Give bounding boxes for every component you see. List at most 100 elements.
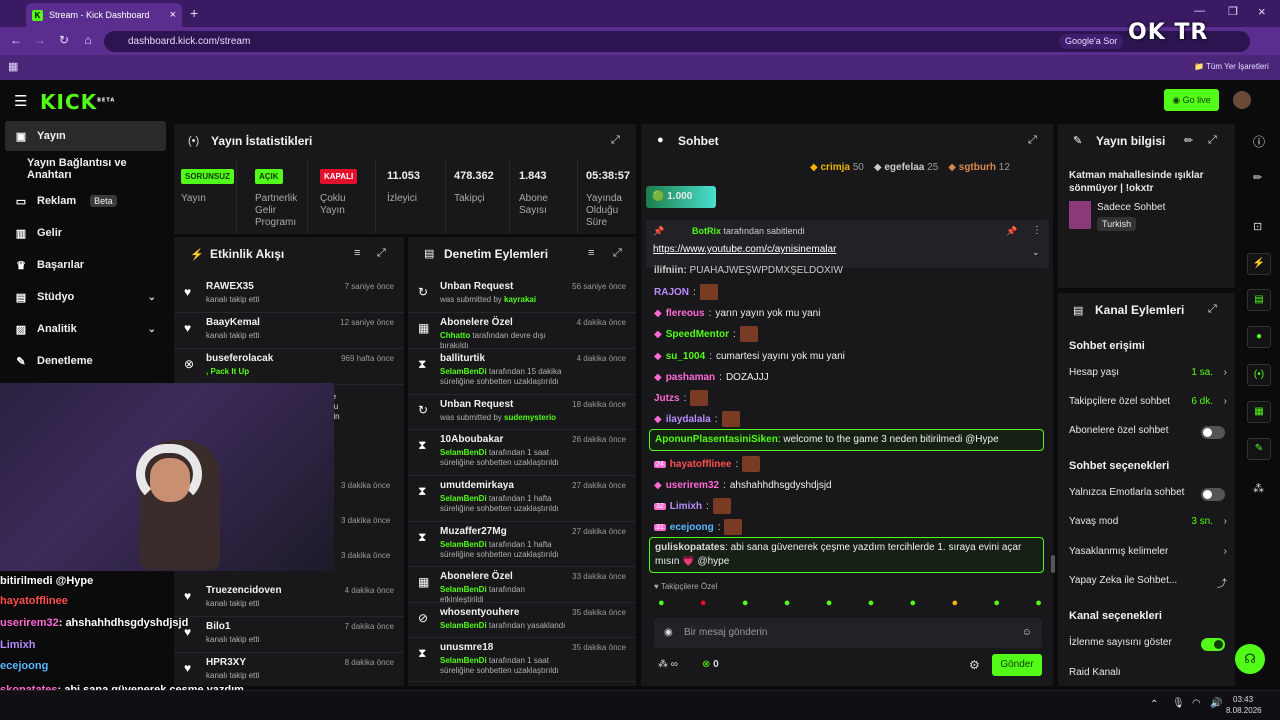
lightning-icon[interactable]: ⚡ bbox=[1247, 253, 1271, 275]
emote-icon[interactable]: ● bbox=[910, 597, 917, 615]
volume-icon[interactable]: 🔊 bbox=[1210, 698, 1222, 709]
chat-message[interactable]: 24 hayatofflinee: bbox=[654, 456, 761, 472]
expand-icon[interactable]: ⤢ bbox=[1208, 134, 1217, 147]
minimize-icon[interactable]: — bbox=[1194, 5, 1205, 17]
emote-icon[interactable]: ● bbox=[784, 597, 791, 615]
all-bookmarks[interactable]: 📁 Tüm Yer İşaretleri bbox=[1194, 62, 1269, 71]
unpin-icon[interactable]: 📌 bbox=[1006, 226, 1017, 237]
send-button[interactable]: Gönder bbox=[992, 654, 1042, 676]
chat-message[interactable]: ◆ SpeedMentor: bbox=[654, 326, 758, 342]
emote-icon[interactable]: ● bbox=[868, 597, 875, 615]
sidebar-item-gelir[interactable]: ▥ Gelir bbox=[5, 218, 166, 248]
emote-icon[interactable]: ● bbox=[742, 597, 749, 615]
expand-icon[interactable]: ⤢ bbox=[377, 247, 386, 260]
menu-icon[interactable]: ☰ bbox=[14, 92, 27, 110]
sidebar-item-stream-key[interactable]: Yayın Bağlantısı ve Anahtarı bbox=[5, 154, 166, 184]
ai-chat-setting[interactable]: Yapay Zeka ile Sohbet... ⤴ bbox=[1069, 575, 1227, 591]
more-icon[interactable]: ⋮ bbox=[1032, 225, 1042, 236]
show-viewcount-setting[interactable]: İzlenme sayısını göster bbox=[1069, 637, 1227, 653]
go-live-button[interactable]: ◉ Go live bbox=[1164, 89, 1219, 111]
close-window-icon[interactable]: × bbox=[1258, 4, 1266, 19]
stack-icon[interactable]: ▦ bbox=[1247, 401, 1271, 423]
share-icon[interactable]: ⁂ bbox=[1253, 482, 1264, 495]
filter-icon[interactable]: ≡ bbox=[588, 247, 594, 259]
chat-message[interactable]: 32 Limixh: bbox=[654, 498, 731, 514]
chat-message[interactable]: Jutzs: bbox=[654, 390, 709, 406]
chat-message[interactable]: ◆ userirem32: ahshahhdhsgdyshdjsjd bbox=[654, 477, 832, 493]
edit-icon[interactable]: ✏ bbox=[1253, 171, 1262, 184]
sidebar-item-studyo[interactable]: ▤ Stüdyo ⌄ bbox=[5, 282, 166, 312]
chat-message[interactable]: ◆ su_1004: cumartesi yayını yok mu yani bbox=[654, 348, 845, 364]
sidebar-item-basarilar[interactable]: ♛ Başarılar bbox=[5, 250, 166, 280]
viewers-indicator[interactable]: ⁂ ∞ bbox=[658, 659, 678, 670]
gifter-item[interactable]: ◆ egefelaa 25 bbox=[874, 162, 938, 173]
slow-mode-setting[interactable]: Yavaş mod 3 sn. › bbox=[1069, 516, 1227, 532]
url-field[interactable]: dashboard.kick.com/stream Google'a Sor bbox=[104, 31, 1250, 52]
emote-icon[interactable]: ● bbox=[993, 597, 1000, 615]
sidebar-item-yayin[interactable]: ▣ Yayın bbox=[5, 121, 166, 151]
emote-icon[interactable]: ● bbox=[700, 597, 707, 615]
google-ask-button[interactable]: Google'a Sor bbox=[1059, 34, 1124, 49]
kick-logo[interactable]: KICKBETA bbox=[40, 90, 115, 114]
expand-icon[interactable]: ⤢ bbox=[1208, 303, 1217, 316]
emote-icon[interactable]: ● bbox=[658, 597, 665, 615]
wifi-icon[interactable]: ◠ bbox=[1192, 698, 1201, 709]
target-icon[interactable]: ⊡ bbox=[1253, 220, 1262, 233]
chat-message[interactable]: 31 ecejoong: bbox=[654, 519, 743, 535]
emote-icon[interactable]: ● bbox=[826, 597, 833, 615]
gifter-item[interactable]: ◆ sgtburh 12 bbox=[948, 162, 1010, 173]
emote-icon[interactable]: ● bbox=[1035, 597, 1042, 615]
edit-icon[interactable]: ✏ bbox=[1184, 134, 1193, 147]
toggle-switch[interactable] bbox=[1201, 638, 1225, 651]
chat-message[interactable]: ◆ flereous: yarın yayın yok mu yani bbox=[654, 305, 820, 321]
expand-icon[interactable]: ⤢ bbox=[1028, 134, 1037, 147]
sidebar-item-analitik[interactable]: ▨ Analitik ⌄ bbox=[5, 314, 166, 344]
followers-only-setting[interactable]: Takipçilere özel sohbet 6 dk. › bbox=[1069, 396, 1227, 412]
emote-only-setting[interactable]: Yalnızca Emotlarla sohbet bbox=[1069, 487, 1227, 503]
chevron-down-icon[interactable]: ⌄ bbox=[1032, 247, 1040, 258]
home-icon[interactable]: ⌂ bbox=[81, 33, 95, 47]
avatar[interactable] bbox=[1233, 91, 1251, 109]
sidebar-item-reklam[interactable]: ▭ Reklam Beta bbox=[5, 186, 166, 216]
gifter-item[interactable]: ◆ crimja 50 bbox=[810, 162, 864, 173]
chat-message[interactable]: ◆ pashaman: DOZAJJJ bbox=[654, 369, 769, 385]
points-indicator[interactable]: ⊗ 0 bbox=[702, 659, 719, 670]
close-tab-icon[interactable]: × bbox=[170, 9, 176, 21]
toggle-switch[interactable] bbox=[1201, 426, 1225, 439]
chevron-up-icon[interactable]: ⌃ bbox=[1150, 699, 1158, 710]
account-age-setting[interactable]: Hesap yaşı 1 sa. › bbox=[1069, 367, 1227, 383]
pinned-link[interactable]: https://www.youtube.com/c/aynisinemalar bbox=[653, 244, 836, 255]
maximize-icon[interactable]: ❐ bbox=[1228, 5, 1238, 18]
banned-words-setting[interactable]: Yasaklanmış kelimeler › bbox=[1069, 546, 1227, 562]
support-button[interactable]: ☊ bbox=[1235, 644, 1265, 674]
chat-bubble-icon[interactable]: ● bbox=[1247, 326, 1271, 348]
expand-icon[interactable]: ⤢ bbox=[611, 134, 620, 147]
new-tab-icon[interactable]: + bbox=[190, 5, 198, 21]
info-icon[interactable]: ⓘ bbox=[1253, 133, 1265, 150]
document-icon[interactable]: ▤ bbox=[1247, 289, 1271, 311]
expand-icon[interactable]: ⤢ bbox=[613, 247, 622, 260]
chat-input[interactable]: ◉ Bir mesaj gönderin ☺ bbox=[654, 618, 1042, 648]
toggle-switch[interactable] bbox=[1201, 488, 1225, 501]
kicks-counter[interactable]: 🟢 1.000 bbox=[646, 186, 716, 208]
emote-icon[interactable]: ● bbox=[951, 597, 958, 615]
back-icon[interactable]: ← bbox=[9, 33, 23, 47]
highlighted-message[interactable]: AponunPlasentasiniSiken: welcome to the … bbox=[649, 429, 1044, 451]
emoji-icon[interactable]: ☺ bbox=[1022, 618, 1032, 648]
chat-message[interactable]: ◆ ilaydalala: bbox=[654, 411, 740, 427]
broadcast-icon[interactable]: (•) bbox=[1247, 364, 1271, 386]
chat-message[interactable]: RAJON: bbox=[654, 284, 718, 300]
filter-icon[interactable]: ≡ bbox=[354, 247, 360, 259]
subscribers-only-setting[interactable]: Abonelere özel sohbet bbox=[1069, 425, 1227, 441]
microphone-icon[interactable]: 🎙 bbox=[1172, 698, 1185, 709]
settings-icon[interactable]: ⚙ bbox=[969, 658, 980, 672]
forward-icon[interactable]: → bbox=[33, 33, 47, 47]
wrench-icon[interactable]: ✎ bbox=[1247, 438, 1271, 460]
raid-channel-setting[interactable]: Raid Kanalı bbox=[1069, 667, 1227, 683]
reload-icon[interactable]: ↻ bbox=[57, 33, 71, 47]
pinned-message[interactable]: 📌 BotRix tarafından sabitlendi https://w… bbox=[646, 220, 1049, 268]
highlighted-message[interactable]: guliskopatates: abi sana güvenerek çeşme… bbox=[649, 537, 1044, 573]
apps-grid-icon[interactable]: ▦ bbox=[8, 60, 18, 73]
sidebar-item-denetleme[interactable]: ✎ Denetleme bbox=[5, 346, 166, 376]
scrollbar[interactable] bbox=[1051, 555, 1055, 573]
